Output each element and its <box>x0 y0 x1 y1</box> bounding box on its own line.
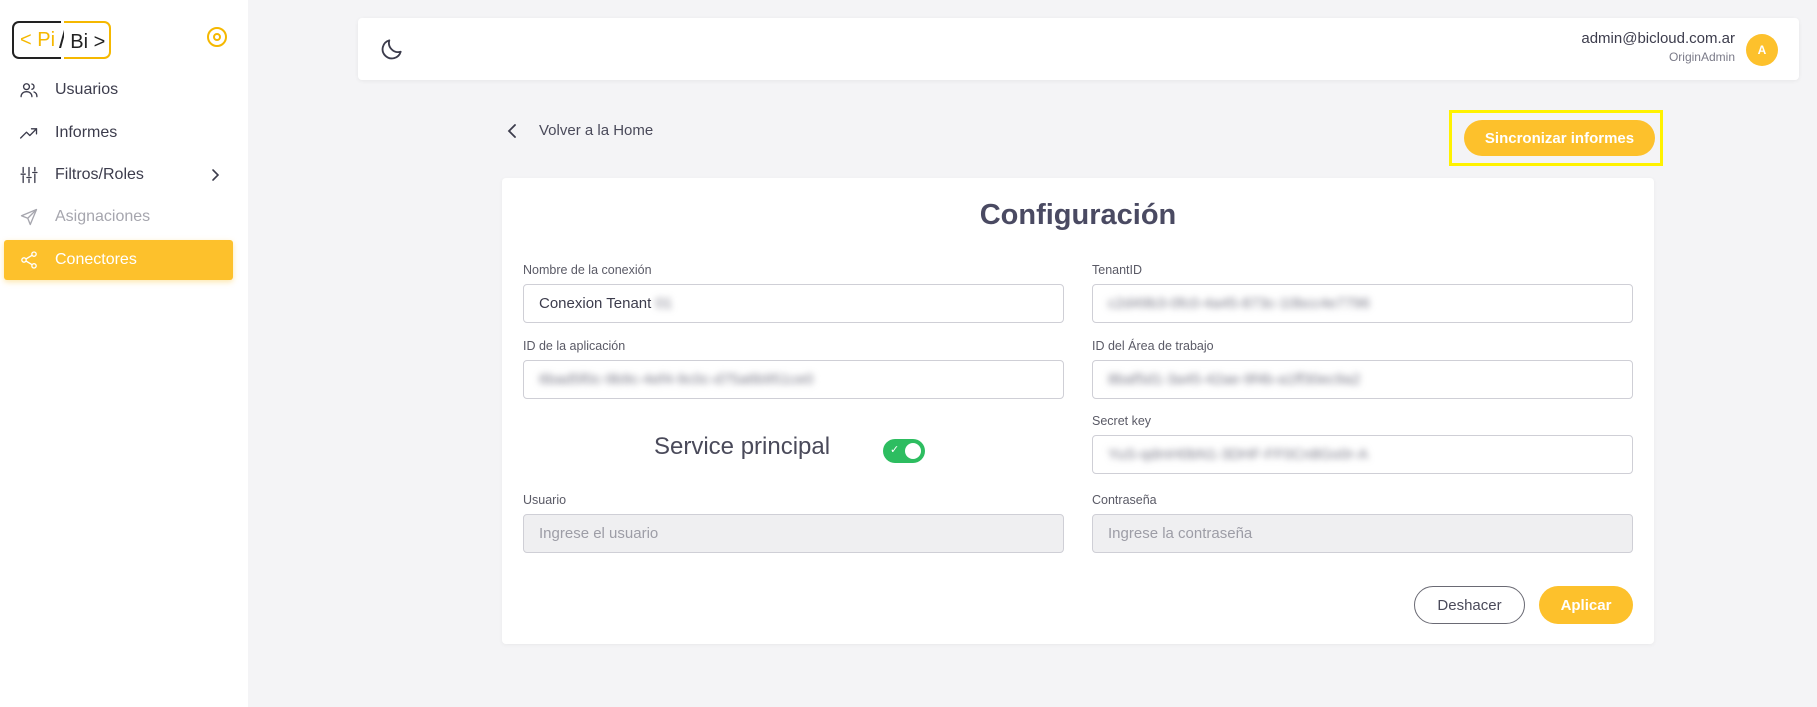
connection-name-field: Nombre de la conexión Conexion Tenant 01 <box>523 263 1064 323</box>
field-label: Secret key <box>1092 414 1152 428</box>
config-card: Configuración <box>502 178 1654 644</box>
sidebar-item-filtros-roles[interactable]: Filtros/Roles <box>4 155 233 195</box>
sidebar-item-label: Filtros/Roles <box>55 166 144 183</box>
secret-key-field: Secret key YuS-qdmH0bN1-3DHF-FF0Cn8Go0r-… <box>1092 414 1633 474</box>
chevron-right-icon <box>212 169 220 181</box>
send-icon <box>18 206 40 228</box>
sidebar: < Pi / Bi > Usuarios Informes Filtros/Ro… <box>0 0 248 707</box>
input-placeholder: Ingrese el usuario <box>539 525 659 542</box>
moon-icon[interactable] <box>379 36 405 62</box>
connection-name-input[interactable]: Conexion Tenant 01 <box>523 284 1064 323</box>
sidebar-collapse-icon[interactable] <box>207 27 227 47</box>
input-placeholder: Ingrese la contraseña <box>1108 525 1253 542</box>
user-input[interactable]: Ingrese el usuario <box>523 514 1064 553</box>
sidebar-item-usuarios[interactable]: Usuarios <box>4 70 233 110</box>
sync-reports-button[interactable]: Sincronizar informes <box>1464 120 1655 156</box>
sidebar-item-conectores[interactable]: Conectores <box>4 240 233 280</box>
input-value-blurred: 8baf5d1-3a45-42ae-9f4b-a1ff30ec9a2 <box>1108 371 1361 388</box>
avatar[interactable]: A <box>1746 34 1778 66</box>
sliders-icon <box>18 164 40 186</box>
user-email: admin@bicloud.com.ar <box>1581 30 1735 47</box>
undo-button[interactable]: Deshacer <box>1414 586 1525 624</box>
input-value-blurred: c2d49b3-0fc0-4a45-873c-10bcc4e7796 <box>1108 295 1370 312</box>
field-label: Usuario <box>523 493 567 507</box>
sidebar-item-label: Conectores <box>55 251 137 268</box>
share-icon <box>18 249 40 271</box>
top-bar: admin@bicloud.com.ar OriginAdmin A <box>358 18 1799 80</box>
input-value-blurred: 01 <box>655 295 673 312</box>
tenant-id-field: TenantID c2d49b3-0fc0-4a45-873c-10bcc4e7… <box>1092 263 1633 323</box>
workspace-id-field: ID del Área de trabajo 8baf5d1-3a45-42ae… <box>1092 339 1633 399</box>
user-info: admin@bicloud.com.ar OriginAdmin <box>1581 30 1735 64</box>
secret-key-input[interactable]: YuS-qdmH0bN1-3DHF-FF0Cn8Go0r-A <box>1092 435 1633 474</box>
app-id-input[interactable]: 6bad5f0c-9b9c-4ef4-9c0c-d75a6b951ce0 <box>523 360 1064 399</box>
page-title: Configuración <box>979 199 1177 231</box>
input-value: Conexion Tenant <box>539 295 652 312</box>
workspace-id-input[interactable]: 8baf5d1-3a45-42ae-9f4b-a1ff30ec9a2 <box>1092 360 1633 399</box>
sidebar-item-label: Asignaciones <box>55 208 151 225</box>
password-input[interactable]: Ingrese la contraseña <box>1092 514 1633 553</box>
password-field: Contraseña Ingrese la contraseña <box>1092 493 1633 553</box>
app-id-field: ID de la aplicación 6bad5f0c-9b9c-4ef4-9… <box>523 339 1064 399</box>
check-icon: ✓ <box>890 444 900 456</box>
pibi-logo[interactable]: < Pi / Bi > <box>12 21 112 59</box>
logo-left: < Pi <box>12 21 62 59</box>
input-value-blurred: YuS-qdmH0bN1-3DHF-FF0Cn8Go0r-A <box>1108 446 1369 463</box>
users-icon <box>18 79 40 101</box>
trending-up-icon <box>18 122 40 144</box>
logo-right: Bi > <box>64 21 112 59</box>
field-label: Nombre de la conexión <box>523 263 652 277</box>
user-role: OriginAdmin <box>1668 50 1735 64</box>
apply-button[interactable]: Aplicar <box>1539 586 1633 624</box>
field-label: ID de la aplicación <box>523 339 626 353</box>
back-to-home-link[interactable]: Volver a la Home <box>505 122 653 139</box>
sidebar-item-label: Informes <box>55 124 118 141</box>
chevron-left-icon <box>507 123 516 138</box>
back-label: Volver a la Home <box>539 122 654 139</box>
sidebar-item-asignaciones[interactable]: Asignaciones <box>4 197 233 237</box>
field-label: TenantID <box>1092 263 1143 277</box>
field-label: ID del Área de trabajo <box>1092 339 1214 353</box>
user-field: Usuario Ingrese el usuario <box>523 493 1064 553</box>
input-value-blurred: 6bad5f0c-9b9c-4ef4-9c0c-d75a6b951ce0 <box>539 371 814 388</box>
service-principal-toggle[interactable]: ✓ <box>883 439 925 463</box>
toggle-knob <box>905 443 921 459</box>
tenant-id-input[interactable]: c2d49b3-0fc0-4a45-873c-10bcc4e7796 <box>1092 284 1633 323</box>
service-principal-label: Service principal <box>654 433 831 460</box>
sidebar-item-informes[interactable]: Informes <box>4 113 233 153</box>
sidebar-item-label: Usuarios <box>55 81 119 98</box>
field-label: Contraseña <box>1092 493 1157 507</box>
